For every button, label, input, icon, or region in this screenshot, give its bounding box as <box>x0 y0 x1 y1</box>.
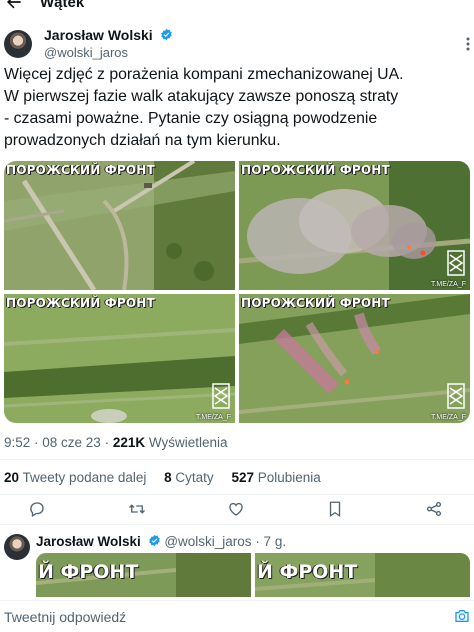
media-image-2[interactable]: ПОРОЖСКИЙ ФРОНТ T.ME/ZA_F <box>239 161 470 290</box>
action-bar <box>0 500 474 520</box>
likes-label: Polubienia <box>253 470 321 485</box>
quotes-count: 8 <box>164 470 172 485</box>
aerial-photo-field <box>4 161 235 290</box>
media-caption: Й ФРОНТ <box>38 561 139 583</box>
retweets-count: 20 <box>4 470 20 485</box>
tweet-text-line: prowadzonych działań na tym kierunku. <box>4 132 281 149</box>
divider <box>0 494 474 495</box>
divider <box>0 524 474 525</box>
share-icon[interactable] <box>425 500 443 518</box>
channel-logo-icon <box>447 383 465 409</box>
media-image-1[interactable]: ПОРОЖСКИЙ ФРОНТ <box>4 161 235 290</box>
verified-badge-icon <box>148 534 160 547</box>
back-arrow-icon[interactable] <box>4 0 24 12</box>
camera-icon[interactable] <box>454 608 470 624</box>
channel-logo-icon <box>212 383 230 409</box>
retweets-label: Tweety podane dalej <box>19 470 147 485</box>
watermark: T.ME/ZA_F <box>195 414 231 421</box>
media-grid: ПОРОЖСКИЙ ФРОНТ ПОРОЖСКИЙ ФРОНТ T.ME/ZA_… <box>4 161 470 423</box>
likes-stat[interactable]: 527 Polubienia <box>231 470 320 485</box>
bookmark-icon[interactable] <box>326 500 344 518</box>
media-caption: Й ФРОНТ <box>257 561 358 583</box>
author-avatar[interactable] <box>4 30 32 58</box>
author-name[interactable]: Jarosław Wolski <box>44 27 153 43</box>
tweet-text-line: W pierwszej fazie walk atakujący zawsze … <box>4 88 399 105</box>
verified-badge-icon <box>160 28 172 41</box>
reply-composer[interactable]: Tweetnij odpowiedź <box>0 600 474 632</box>
top-bar: Wątek <box>0 0 474 16</box>
quotes-stat[interactable]: 8 Cytaty <box>164 470 214 485</box>
reply-header: Jarosław Wolski @wolski_jaros · 7 g. <box>36 534 286 549</box>
tweet-timestamp[interactable]: 9:52 · 08 cze 23 · <box>4 435 113 450</box>
media-image-3[interactable]: ПОРОЖСКИЙ ФРОНТ T.ME/ZA_F <box>4 294 235 423</box>
aerial-photo-pink-smoke <box>239 294 470 423</box>
channel-logo-icon <box>447 250 465 276</box>
watermark: T.ME/ZA_F <box>430 414 466 421</box>
views-label: Wyświetlenia <box>145 435 228 450</box>
reply-input[interactable]: Tweetnij odpowiedź <box>4 609 126 625</box>
retweets-stat[interactable]: 20 Tweety podane dalej <box>4 470 146 485</box>
media-caption: ПОРОЖСКИЙ ФРОНТ <box>6 163 155 177</box>
likes-count: 527 <box>231 470 254 485</box>
media-caption: ПОРОЖСКИЙ ФРОНТ <box>6 296 155 310</box>
aerial-photo-smoke <box>239 161 470 290</box>
reply-icon[interactable] <box>28 500 46 518</box>
tweet-text-line: Więcej zdjęć z porażenia kompani zmechan… <box>4 66 404 83</box>
author-handle[interactable]: @wolski_jaros <box>44 45 128 60</box>
tweet-stats: 20 Tweety podane dalej 8 Cytaty 527 Polu… <box>4 470 335 485</box>
tweet-text: Więcej zdjęć z porażenia kompani zmechan… <box>4 64 470 152</box>
reply-author-name[interactable]: Jarosław Wolski <box>36 534 141 549</box>
media-image-4[interactable]: ПОРОЖСКИЙ ФРОНТ T.ME/ZA_F <box>239 294 470 423</box>
thread-page: Wątek Jarosław Wolski @wolski_jaros Więc… <box>0 0 474 632</box>
author-name-row[interactable]: Jarosław Wolski <box>44 27 173 43</box>
reply-media[interactable]: Й ФРОНТ Й ФРОНТ <box>36 553 470 597</box>
page-title: Wątek <box>40 0 85 11</box>
reply-age: · 7 g. <box>251 534 287 549</box>
views-count: 221K <box>112 435 146 450</box>
like-icon[interactable] <box>227 500 245 518</box>
reply-author-handle[interactable]: @wolski_jaros <box>164 534 251 549</box>
reply-author-avatar[interactable] <box>4 534 30 560</box>
quotes-label: Cytaty <box>171 470 214 485</box>
tweet-meta: 9:52 · 08 cze 23 · 221K Wyświetlenia <box>4 435 228 450</box>
watermark: T.ME/ZA_F <box>430 281 466 288</box>
media-caption: ПОРОЖСКИЙ ФРОНТ <box>241 296 390 310</box>
divider <box>0 459 474 460</box>
reply-media-image-2[interactable]: Й ФРОНТ <box>255 553 470 597</box>
reply-media-image-1[interactable]: Й ФРОНТ <box>36 553 251 597</box>
more-options-icon[interactable] <box>462 36 474 52</box>
tweet-text-line: - czasami poważne. Pytanie czy osiągną p… <box>4 110 378 127</box>
aerial-photo-treeline <box>4 294 235 423</box>
retweet-icon[interactable] <box>128 500 146 518</box>
media-caption: ПОРОЖСКИЙ ФРОНТ <box>241 163 390 177</box>
